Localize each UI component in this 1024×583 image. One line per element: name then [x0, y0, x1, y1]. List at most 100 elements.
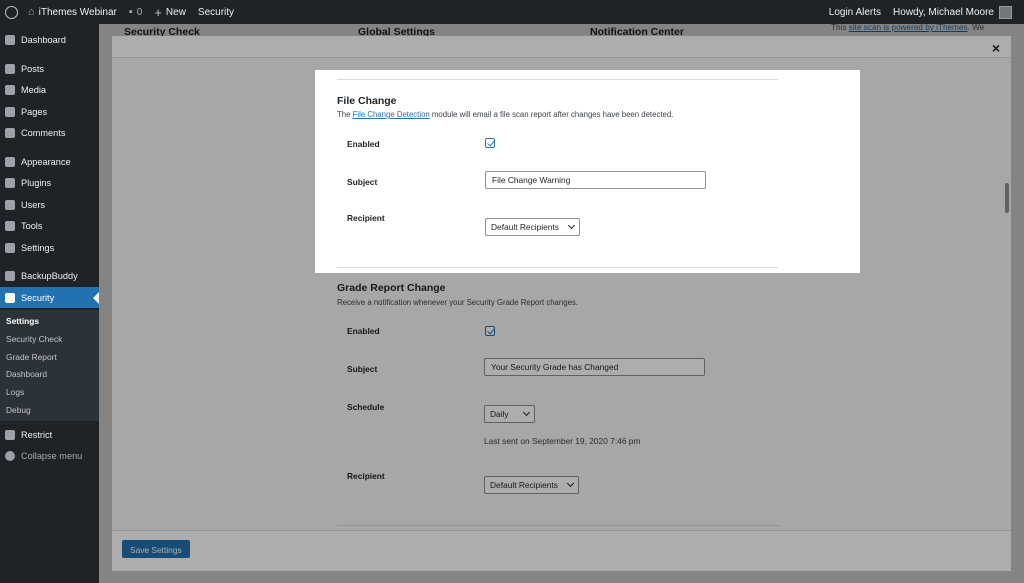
recipient-label: Recipient — [347, 471, 385, 481]
schedule-select[interactable]: Daily — [484, 405, 535, 423]
menu-item-backupbuddy[interactable]: BackupBuddy — [0, 265, 99, 286]
shield-icon — [5, 292, 15, 303]
site-name-label: iThemes Webinar — [38, 6, 117, 18]
avatar — [999, 5, 1012, 19]
save-settings-button[interactable]: Save Settings — [122, 540, 190, 558]
collapse-menu-button[interactable]: Collapse menu — [0, 445, 99, 466]
section-title: Grade Report Change — [337, 282, 446, 294]
site-name-link[interactable]: ⌂ iThemes Webinar — [22, 0, 123, 24]
file-change-recipient-select[interactable]: Default Recipients — [485, 218, 580, 236]
menu-item-users[interactable]: Users — [0, 194, 99, 215]
comments-link[interactable]: ▪ 0 — [123, 0, 148, 24]
login-alerts-link[interactable]: Login Alerts — [823, 0, 887, 24]
schedule-value: Daily — [490, 409, 509, 419]
close-button[interactable]: × — [988, 40, 1004, 56]
grade-enabled-checkbox[interactable] — [485, 326, 495, 336]
menu-item-security[interactable]: Security — [0, 287, 99, 308]
user-icon — [5, 199, 15, 210]
menu-label: Appearance — [21, 156, 71, 167]
security-link[interactable]: Security — [192, 0, 240, 24]
menu-label: BackupBuddy — [21, 270, 78, 281]
new-content-link[interactable]: + New — [148, 0, 192, 24]
divider — [337, 267, 778, 268]
scrollbar[interactable] — [1005, 183, 1009, 213]
new-label: New — [165, 6, 186, 18]
pages-icon — [5, 106, 15, 117]
submenu-security-check[interactable]: Security Check — [6, 334, 62, 344]
file-change-subject-input[interactable]: File Change Warning — [485, 171, 706, 189]
collapse-icon — [5, 450, 15, 461]
menu-label: Settings — [21, 242, 55, 253]
menu-item-plugins[interactable]: Plugins — [0, 172, 99, 193]
restrict-icon — [5, 429, 15, 440]
grade-recipient-select[interactable]: Default Recipients — [484, 476, 579, 494]
schedule-label: Schedule — [347, 402, 385, 412]
media-icon — [5, 84, 15, 95]
submenu-grade-report[interactable]: Grade Report — [6, 352, 57, 362]
menu-item-dashboard[interactable]: Dashboard — [0, 29, 99, 50]
bg-note-link[interactable]: site scan is powered by iThemes — [849, 23, 968, 32]
file-change-enabled-checkbox[interactable] — [485, 138, 495, 148]
menu-item-comments[interactable]: Comments — [0, 122, 99, 143]
menu-label: Collapse menu — [21, 450, 83, 461]
menu-item-restrict[interactable]: Restrict — [0, 424, 99, 445]
plus-icon: + — [154, 4, 162, 20]
section-description: The File Change Detection module will em… — [337, 110, 673, 119]
menu-item-tools[interactable]: Tools — [0, 215, 99, 236]
chevron-down-icon — [566, 479, 575, 488]
menu-item-appearance[interactable]: Appearance — [0, 151, 99, 172]
admin-bar: ⌂ iThemes Webinar ▪ 0 + New Security Login … — [0, 0, 1024, 24]
home-icon: ⌂ — [28, 6, 35, 18]
divider — [337, 525, 780, 526]
comment-icon: ▪ — [128, 6, 133, 18]
menu-label: Posts — [21, 63, 44, 74]
bg-note-text: . We — [967, 23, 985, 32]
file-change-panel: File Change The File Change Detection mo… — [315, 70, 860, 273]
menu-label: Plugins — [21, 177, 52, 188]
chevron-down-icon — [522, 408, 531, 417]
menu-label: Security — [21, 292, 55, 303]
desc-text: The — [337, 110, 353, 119]
modal-footer: Save Settings — [112, 530, 1011, 571]
chevron-down-icon — [567, 221, 576, 230]
enabled-label: Enabled — [347, 326, 380, 336]
modal-header: × — [112, 36, 1011, 58]
submenu-logs[interactable]: Logs — [6, 387, 24, 397]
backup-icon — [5, 270, 15, 281]
wrench-icon — [5, 220, 15, 231]
submenu-debug[interactable]: Debug — [6, 405, 31, 415]
desc-text: module will email a file scan report aft… — [429, 110, 674, 119]
menu-label: Media — [21, 84, 47, 95]
subject-label: Subject — [347, 364, 378, 374]
security-submenu: Settings Security Check Grade Report Das… — [0, 310, 99, 421]
divider — [337, 79, 778, 80]
account-menu[interactable]: Howdy, Michael Moore — [887, 0, 1024, 24]
dashboard-icon — [5, 34, 15, 45]
comments-count: 0 — [136, 6, 143, 18]
pin-icon — [5, 63, 15, 74]
section-title: File Change — [337, 95, 397, 107]
submenu-settings[interactable]: Settings — [6, 316, 39, 326]
submenu-dashboard[interactable]: Dashboard — [6, 369, 47, 379]
settings-icon — [5, 242, 15, 253]
menu-label: Comments — [21, 127, 66, 138]
admin-menu: Dashboard Posts Media Pages Comments App… — [0, 24, 99, 583]
menu-label: Users — [21, 199, 45, 210]
menu-item-pages[interactable]: Pages — [0, 101, 99, 122]
menu-label: Dashboard — [21, 34, 66, 45]
menu-item-settings[interactable]: Settings — [0, 237, 99, 258]
grade-subject-input[interactable]: Your Security Grade has Changed — [484, 358, 705, 376]
section-description: Receive a notification whenever your Sec… — [337, 298, 578, 307]
comment-icon — [5, 127, 15, 138]
menu-label: Tools — [21, 220, 43, 231]
wordpress-logo-icon[interactable] — [0, 0, 22, 24]
recipient-value: Default Recipients — [490, 480, 558, 490]
menu-item-media[interactable]: Media — [0, 79, 99, 100]
menu-item-posts[interactable]: Posts — [0, 58, 99, 79]
login-alerts-label: Login Alerts — [828, 6, 882, 18]
menu-label: Pages — [21, 106, 48, 117]
enabled-label: Enabled — [347, 139, 380, 149]
subject-label: Subject — [347, 177, 378, 187]
bg-note-text: This — [831, 23, 849, 32]
file-change-detection-link[interactable]: File Change Detection — [353, 110, 430, 119]
